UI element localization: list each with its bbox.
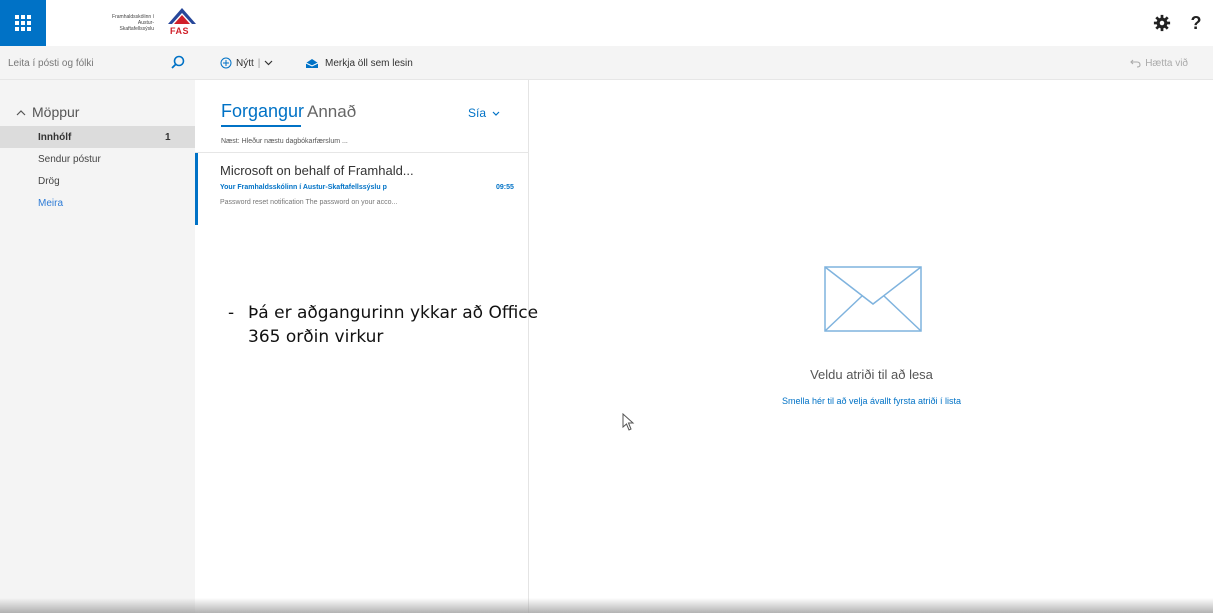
- mark-all-read-label: Merkja öll sem lesin: [325, 57, 413, 69]
- mouse-cursor-icon: [622, 413, 635, 431]
- caption-line-2: 365 orðin virkur: [248, 327, 384, 347]
- chevron-down-icon: [492, 111, 500, 116]
- select-first-item-link[interactable]: Smella hér til að velja ávallt fyrsta at…: [530, 396, 1213, 406]
- app-launcher-button[interactable]: [0, 0, 46, 46]
- search-icon[interactable]: [171, 55, 185, 69]
- folder-pane: Möppur Innhólf 1 Sendur póstur Drög Meir…: [0, 80, 195, 613]
- message-preview: Password reset notification The password…: [220, 199, 398, 206]
- empty-reading-text: Veldu atriði til að lesa: [810, 367, 933, 382]
- filter-button[interactable]: Sía: [468, 106, 500, 120]
- envelope-icon: [824, 266, 922, 332]
- reading-pane: Veldu atriði til að lesa Smella hér til …: [530, 80, 1213, 613]
- tab-other[interactable]: Annað: [307, 102, 356, 122]
- chevron-up-icon[interactable]: [16, 109, 26, 116]
- folder-item-inbox[interactable]: Innhólf 1: [0, 126, 195, 148]
- organization-logo[interactable]: Framhaldsskólinn í Austur-Skaftafellssýs…: [110, 6, 200, 36]
- undo-label: Hætta við: [1145, 57, 1188, 69]
- new-label: Nýtt: [236, 57, 254, 69]
- caption-overlay: - Þá er aðgangurinn ykkar að Office 365 …: [228, 301, 588, 349]
- help-icon[interactable]: ?: [1189, 13, 1203, 34]
- folders-heading-label: Möppur: [32, 104, 80, 120]
- next-event-banner[interactable]: Næst: Hleður næstu dagbókarfærslum ...: [221, 138, 348, 145]
- top-bar: Framhaldsskólinn í Austur-Skaftafellssýs…: [0, 0, 1213, 46]
- folder-label: Sendur póstur: [38, 153, 101, 165]
- command-bar: Nýtt | Merkja öll sem lesin Hætta við: [0, 46, 1213, 80]
- tab-focused[interactable]: Forgangur: [221, 101, 304, 122]
- undo-icon: [1130, 59, 1141, 68]
- folder-item-drafts[interactable]: Drög: [0, 170, 195, 192]
- waffle-icon: [15, 15, 31, 31]
- tab-active-indicator: [221, 125, 301, 127]
- search-input[interactable]: [8, 57, 158, 69]
- plus-circle-icon: [220, 57, 232, 69]
- folder-label: Meira: [38, 197, 64, 209]
- filter-label: Sía: [468, 106, 487, 120]
- chevron-down-icon[interactable]: [264, 60, 273, 66]
- unread-count-badge: 1: [165, 131, 171, 143]
- folder-label: Drög: [38, 175, 60, 187]
- undo-button[interactable]: Hætta við: [1130, 46, 1188, 80]
- gear-icon[interactable]: [1153, 14, 1171, 32]
- caption-dash: -: [228, 303, 235, 323]
- folder-item-sent[interactable]: Sendur póstur: [0, 148, 195, 170]
- new-separator: |: [257, 57, 261, 69]
- message-sender: Microsoft on behalf of Framhald...: [220, 163, 414, 178]
- search-box[interactable]: [0, 46, 195, 80]
- logo-text: Framhaldsskólinn í Austur-Skaftafellssýs…: [112, 14, 154, 32]
- new-message-button[interactable]: Nýtt |: [220, 46, 273, 80]
- folders-heading[interactable]: Möppur: [16, 104, 79, 120]
- bottom-edge-shadow: [0, 598, 1213, 613]
- mark-all-read-button[interactable]: Merkja öll sem lesin: [305, 46, 413, 80]
- message-subject: Your Framhaldsskólinn í Austur-Skaftafel…: [220, 184, 387, 191]
- message-item[interactable]: Microsoft on behalf of Framhald... Your …: [195, 153, 529, 225]
- folder-item-more[interactable]: Meira: [0, 192, 195, 214]
- logo-abbr: FAS: [170, 26, 190, 36]
- caption-line-1: Þá er aðgangurinn ykkar að Office: [248, 303, 539, 323]
- folder-label: Innhólf: [38, 131, 72, 143]
- message-time: 09:55: [496, 184, 514, 191]
- logo-roof-icon: [168, 8, 196, 24]
- envelope-open-icon: [305, 58, 319, 68]
